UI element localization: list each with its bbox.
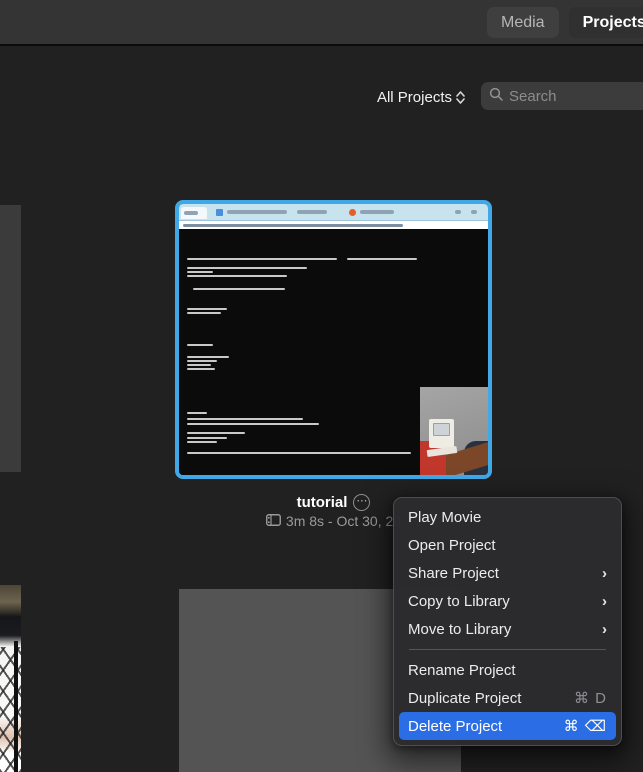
- menu-item-rename-project[interactable]: Rename Project: [399, 656, 616, 684]
- project-title: tutorial: [297, 494, 348, 511]
- menu-item-label: Open Project: [408, 537, 496, 554]
- chevron-right-icon: ›: [602, 565, 607, 582]
- menu-item-copy-to-library[interactable]: Copy to Library ›: [399, 587, 616, 615]
- chevron-right-icon: ›: [602, 621, 607, 638]
- thumbnail-webcam-overlay: [420, 387, 488, 475]
- menu-item-label: Rename Project: [408, 662, 516, 679]
- project-thumbnail-partial-photo[interactable]: [0, 585, 21, 772]
- tab-projects-label: Projects: [583, 14, 643, 32]
- more-options-button[interactable]: ⋯: [353, 494, 370, 511]
- webcam-vintage-computer: [429, 419, 454, 448]
- thumbnail-tab-favicon-orange: [349, 209, 356, 216]
- project-context-menu: Play MovieOpen ProjectShare Project›Copy…: [393, 497, 622, 746]
- menu-item-label: Delete Project: [408, 718, 502, 735]
- menu-item-label: Move to Library: [408, 621, 511, 638]
- menu-item-move-to-library[interactable]: Move to Library ›: [399, 615, 616, 643]
- window-frame-decoration: [14, 641, 18, 772]
- menu-item-delete-project[interactable]: Delete Project ⌘ ⌫: [399, 712, 616, 740]
- all-projects-filter-label: All Projects: [377, 89, 452, 106]
- selected-project-thumbnail[interactable]: [175, 200, 492, 479]
- top-toolbar: Media Projects: [0, 0, 643, 46]
- menu-item-label: Duplicate Project: [408, 690, 521, 707]
- film-frame-icon: [266, 513, 281, 529]
- menu-item-play-movie[interactable]: Play Movie: [399, 503, 616, 531]
- up-down-chevrons-icon: [456, 91, 465, 104]
- menu-item-open-project[interactable]: Open Project: [399, 531, 616, 559]
- tab-media-label: Media: [501, 14, 545, 32]
- menu-item-label: Play Movie: [408, 509, 481, 526]
- thumbnail-browser-urlbar: [179, 220, 488, 229]
- menu-item-label: Copy to Library: [408, 593, 510, 610]
- tab-projects[interactable]: Projects: [569, 7, 643, 38]
- project-thumbnail-partial-left[interactable]: [0, 205, 21, 472]
- search-field[interactable]: [481, 82, 643, 110]
- menu-item-duplicate-project[interactable]: Duplicate Project ⌘ D: [399, 684, 616, 712]
- thumbnail-tab-favicon-blue: [216, 209, 223, 216]
- imovie-projects-view: Media Projects All Projects: [0, 0, 643, 772]
- tab-media[interactable]: Media: [487, 7, 559, 38]
- search-input[interactable]: [509, 88, 619, 105]
- thumbnail-browser-tabbar: [179, 204, 488, 220]
- project-duration-date: 3m 8s - Oct 30, 20: [286, 513, 401, 529]
- menu-separator: [409, 649, 606, 650]
- all-projects-filter[interactable]: All Projects: [377, 84, 465, 110]
- menu-item-label: Share Project: [408, 565, 499, 582]
- menu-item-shortcut: ⌘ ⌫: [564, 717, 607, 735]
- menu-item-share-project[interactable]: Share Project ›: [399, 559, 616, 587]
- media-projects-segmented-control: Media Projects: [487, 7, 643, 38]
- menu-item-shortcut: ⌘ D: [574, 689, 607, 707]
- search-icon: [489, 87, 503, 106]
- chevron-right-icon: ›: [602, 593, 607, 610]
